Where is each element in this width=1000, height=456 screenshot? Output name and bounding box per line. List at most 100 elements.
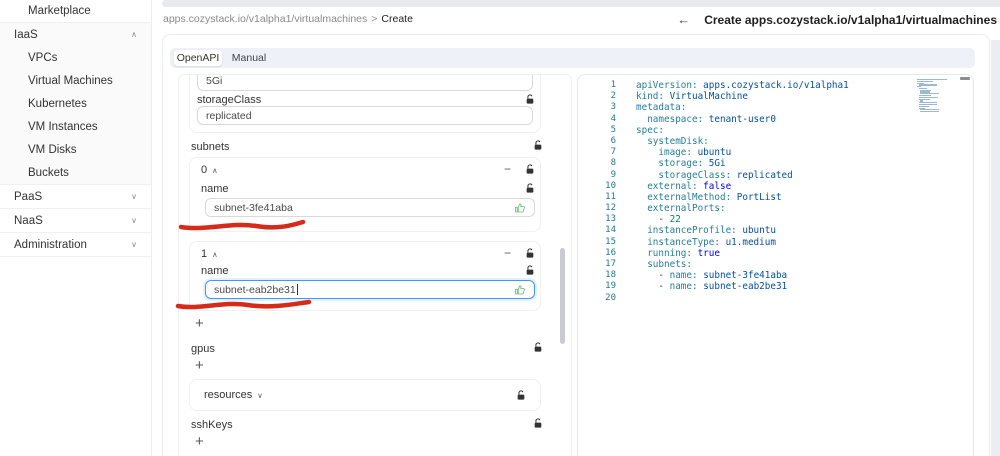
storage-class-label: storageClass bbox=[197, 94, 262, 106]
remove-item-button[interactable]: − bbox=[504, 246, 511, 260]
lock-icon bbox=[525, 265, 535, 276]
code-line[interactable]: kind: VirtualMachine bbox=[636, 91, 849, 102]
code-line[interactable]: externalMethod: PortList bbox=[636, 192, 849, 203]
code-line[interactable]: external: false bbox=[636, 181, 849, 192]
back-arrow-icon[interactable]: ← bbox=[677, 12, 690, 27]
code-line[interactable]: instanceProfile: ubuntu bbox=[636, 225, 849, 236]
code-line[interactable]: metadata: bbox=[636, 102, 849, 113]
add-gpu-button[interactable]: + bbox=[195, 358, 204, 373]
sidebar-item-vm-instances[interactable]: VM Instances bbox=[0, 115, 151, 138]
code-token: - bbox=[636, 281, 670, 293]
line-number: 6 bbox=[610, 135, 616, 146]
code-line[interactable]: subnets: bbox=[636, 259, 849, 270]
chevron-down-icon: ∨ bbox=[257, 391, 263, 400]
storage-input[interactable]: 5Gi bbox=[197, 75, 533, 91]
code-token: - bbox=[636, 270, 670, 282]
code-line[interactable]: storageClass: replicated bbox=[636, 170, 849, 181]
code-token: false bbox=[697, 180, 732, 192]
add-subnet-button[interactable]: + bbox=[195, 316, 204, 331]
subnet-item-0-header[interactable]: 0 ∧ bbox=[201, 164, 218, 176]
sidebar-item-label: Marketplace bbox=[28, 5, 91, 17]
sidebar-group-header-administration[interactable]: Administration ∨ bbox=[0, 233, 151, 257]
sidebar: Marketplace IaaS ∧ VPCs Virtual Machines… bbox=[0, 0, 152, 456]
sidebar-item-virtual-machines[interactable]: Virtual Machines bbox=[0, 69, 151, 92]
sidebar-item-vpcs[interactable]: VPCs bbox=[0, 46, 151, 69]
storage-class-value: replicated bbox=[206, 109, 252, 122]
code-line[interactable]: - 22 bbox=[636, 214, 849, 225]
storage-class-input[interactable]: replicated bbox=[197, 106, 533, 125]
line-number: 15 bbox=[605, 236, 616, 247]
form-scrollbar[interactable] bbox=[560, 248, 565, 344]
line-number: 20 bbox=[605, 292, 616, 303]
line-number: 14 bbox=[605, 225, 616, 236]
sidebar-item-label: VPCs bbox=[28, 51, 58, 64]
chevron-down-icon: ∨ bbox=[131, 240, 137, 249]
lock-icon bbox=[525, 94, 535, 105]
tab-openapi[interactable]: OpenAPI bbox=[174, 50, 222, 66]
subnet-item-0-card bbox=[189, 157, 541, 232]
code-line[interactable]: running: true bbox=[636, 248, 849, 259]
code-token: ubuntu bbox=[691, 147, 732, 159]
code-token: name: bbox=[669, 281, 698, 293]
sidebar-item-kubernetes[interactable]: Kubernetes bbox=[0, 92, 151, 115]
code-token: ubuntu bbox=[736, 225, 776, 237]
remove-item-button[interactable]: − bbox=[504, 162, 511, 176]
code-line[interactable]: - name: subnet-eab2be31 bbox=[636, 281, 849, 292]
code-line[interactable]: instanceType: u1.medium bbox=[636, 237, 849, 248]
line-number: 12 bbox=[605, 203, 616, 214]
resources-card[interactable]: resources ∨ bbox=[189, 379, 541, 411]
code-line[interactable]: externalPorts: bbox=[636, 203, 849, 214]
code-token: VirtualMachine bbox=[664, 91, 748, 103]
sidebar-item-marketplace[interactable]: Marketplace bbox=[0, 0, 151, 22]
editor-minimap[interactable] bbox=[917, 79, 955, 115]
code-token: external: bbox=[647, 180, 698, 192]
code-token: name: bbox=[669, 270, 698, 282]
code-token: subnet-eab2be31 bbox=[697, 281, 788, 293]
yaml-editor[interactable]: 1 2 3 4 5 6 7 8 9 10 11 12 13 14 15 16 17 18 19 20 apiVersi… bbox=[577, 74, 974, 456]
openapi-form-panel: 5Gi storageClass replicated subnets 0 ∧ −… bbox=[178, 74, 572, 456]
line-number: 4 bbox=[610, 113, 616, 124]
lock-icon bbox=[533, 418, 543, 429]
code-token: u1.medium bbox=[719, 236, 776, 248]
sidebar-group-label: IaaS bbox=[14, 28, 38, 41]
code-token: kind: bbox=[636, 91, 664, 103]
code-token: 5Gi bbox=[703, 158, 726, 170]
subnet-1-name-input[interactable]: subnet-eab2be31 bbox=[205, 280, 535, 299]
add-ssh-key-button[interactable]: + bbox=[195, 434, 204, 449]
code-line[interactable]: apiVersion: apps.cozystack.io/v1alpha1 bbox=[636, 80, 849, 91]
breadcrumb-path[interactable]: apps.cozystack.io/v1alpha1/virtualmachin… bbox=[163, 13, 367, 25]
line-number: 16 bbox=[605, 247, 616, 258]
sidebar-item-buckets[interactable]: Buckets bbox=[0, 161, 151, 184]
minimap-slider[interactable] bbox=[960, 77, 970, 80]
sidebar-group-header-paas[interactable]: PaaS ∨ bbox=[0, 185, 151, 209]
code-line[interactable]: spec: bbox=[636, 125, 849, 136]
code-line[interactable]: namespace: tenant-user0 bbox=[636, 114, 849, 125]
page-title: Create apps.cozystack.io/v1alpha1/virtua… bbox=[704, 12, 997, 27]
chevron-up-icon: ∧ bbox=[131, 30, 137, 39]
tab-manual[interactable]: Manual bbox=[226, 50, 272, 66]
code-token: - bbox=[636, 214, 670, 226]
code-line[interactable]: systemDisk: bbox=[636, 136, 849, 147]
code-token: storage: bbox=[658, 158, 704, 170]
sidebar-item-vm-disks[interactable]: VM Disks bbox=[0, 138, 151, 161]
code-token: replicated bbox=[731, 169, 793, 181]
subnet-0-name-value: subnet-3fe41aba bbox=[214, 201, 293, 214]
code-line[interactable] bbox=[636, 293, 849, 304]
sidebar-group-header-naas[interactable]: NaaS ∨ bbox=[0, 209, 151, 233]
sidebar-item-label: Kubernetes bbox=[28, 97, 87, 110]
text-cursor bbox=[296, 284, 298, 295]
code-token: externalPorts: bbox=[647, 203, 726, 215]
code-line[interactable]: storage: 5Gi bbox=[636, 158, 849, 169]
subnet-item-0-index: 0 bbox=[201, 164, 208, 176]
code-line[interactable]: image: ubuntu bbox=[636, 147, 849, 158]
chevron-down-icon: ∨ bbox=[131, 192, 137, 201]
chevron-up-icon: ∧ bbox=[212, 250, 218, 259]
subnet-0-name-input[interactable]: subnet-3fe41aba bbox=[205, 198, 535, 217]
sidebar-group-header-iaas[interactable]: IaaS ∧ bbox=[0, 23, 151, 46]
subnet-item-1-header[interactable]: 1 ∧ bbox=[201, 248, 218, 260]
code-line[interactable]: - name: subnet-3fe41aba bbox=[636, 270, 849, 281]
code-token: apiVersion: bbox=[636, 80, 698, 91]
minimap-line bbox=[918, 84, 937, 86]
